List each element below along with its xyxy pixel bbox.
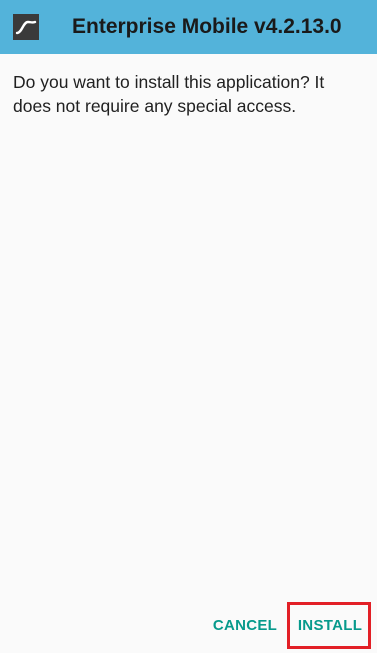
content-area bbox=[0, 54, 377, 594]
enterprise-mobile-app-icon bbox=[13, 14, 39, 40]
cancel-button[interactable]: CANCEL bbox=[211, 604, 279, 648]
install-prompt-message: Do you want to install this application?… bbox=[13, 72, 325, 116]
install-button[interactable]: INSTALL bbox=[290, 604, 370, 648]
app-title: Enterprise Mobile v4.2.13.0 bbox=[72, 15, 342, 38]
app-bar: Enterprise Mobile v4.2.13.0 bbox=[0, 0, 377, 54]
